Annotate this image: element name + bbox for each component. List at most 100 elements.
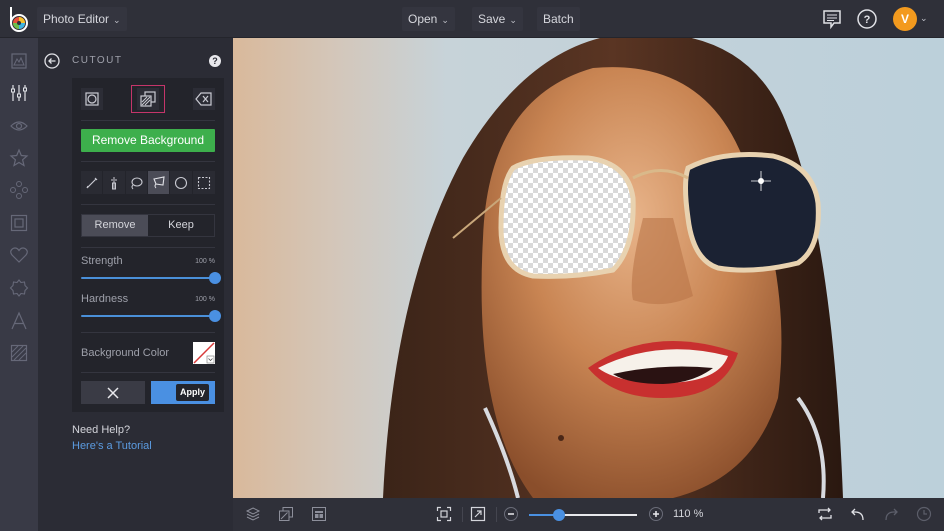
divider [496,507,497,522]
svg-text:?: ? [864,14,871,26]
frames-icon[interactable] [9,213,29,233]
lasso-tool[interactable] [125,171,148,194]
adjust-sliders-icon[interactable] [9,83,29,103]
top-bar: Photo Editor ⌄ Open ⌄ Save ⌄ Batch ? V ⌄ [0,0,944,38]
eye-icon[interactable] [9,116,29,136]
graphics-icon[interactable] [9,180,29,200]
background-color-label: Background Color [81,347,170,359]
text-icon[interactable] [9,311,29,331]
template-icon[interactable] [311,506,327,522]
hardness-knob[interactable] [209,310,221,322]
tool-rail [0,38,38,531]
befunky-logo[interactable] [8,6,30,32]
batch-label: Batch [543,12,574,26]
app-menu-button[interactable]: Photo Editor ⌄ [37,7,127,31]
rect-select-tool[interactable] [192,171,215,194]
hardness-label: Hardness [81,293,129,305]
layers-icon[interactable] [245,506,261,522]
cutout-card: Remove Background Remove Keep Strength 1… [72,78,224,412]
hardness-track [81,315,215,317]
divider [81,204,215,205]
remove-option[interactable]: Remove [82,215,148,236]
sunglass-lens-right [683,152,821,273]
cutout-shape-icon [85,92,99,106]
heart-icon[interactable] [9,245,29,265]
overlay-mode-button[interactable] [137,88,159,110]
remove-keep-toggle: Remove Keep [81,214,215,237]
backspace-icon [195,92,212,106]
erase-mode-button[interactable] [193,88,215,110]
compare-icon[interactable] [278,506,294,522]
user-avatar[interactable]: V [893,7,917,31]
apply-button[interactable]: Apply [151,381,215,404]
strength-track [81,277,215,279]
zoom-slider[interactable] [529,509,637,521]
strength-knob[interactable] [209,272,221,284]
hardness-slider[interactable] [81,310,221,322]
divider [81,161,215,162]
polygon-lasso-icon [152,175,165,188]
layers-cutout-icon [140,91,156,107]
mole [558,435,564,441]
panel-help-icon[interactable]: ? [209,55,221,67]
save-menu-button[interactable]: Save ⌄ [472,7,523,31]
transparent-swatch-icon [193,342,215,364]
star-icon[interactable] [9,148,29,168]
open-label: Open [408,12,438,26]
divider [81,372,215,373]
divider [462,507,463,522]
brush-tool[interactable] [81,171,104,194]
photo-image [383,38,843,498]
cutout-lens-left [498,155,636,279]
help-icon[interactable]: ? [856,8,878,30]
back-arrow-icon[interactable] [44,53,60,69]
swap-icon[interactable] [817,506,833,522]
chevron-down-icon[interactable]: ⌄ [920,13,928,24]
photo-canvas[interactable] [233,38,944,498]
cutout-panel: CUTOUT ? Remove Background Remove Keep S… [38,38,233,531]
need-help-heading: Need Help? [72,424,131,436]
chevron-down-icon: ⌄ [509,15,517,25]
chat-icon[interactable] [821,8,843,30]
zoom-slider-knob[interactable] [553,509,566,521]
polygon-lasso-tool[interactable] [147,171,171,194]
remove-background-button[interactable]: Remove Background [81,129,215,152]
background-color-swatch[interactable] [193,342,215,364]
zoom-percentage: 110 % [673,508,704,520]
panel-title: CUTOUT [72,55,123,66]
undo-icon[interactable] [850,506,866,522]
open-menu-button[interactable]: Open ⌄ [402,7,455,31]
textures-icon[interactable] [9,278,29,298]
strength-slider[interactable] [81,272,221,284]
actual-size-icon[interactable] [470,506,486,522]
save-label: Save [478,12,506,26]
chevron-down-icon: ⌄ [441,15,449,25]
rectangle-select-icon [197,176,210,189]
chevron-down-icon: ⌄ [113,15,121,25]
batch-button[interactable]: Batch [537,7,580,31]
keep-option[interactable]: Keep [148,215,214,236]
image-icon[interactable] [9,51,29,71]
redo-icon[interactable] [883,506,899,522]
brush-icon [86,177,98,188]
strength-value: 100 % [195,258,215,265]
zoom-out-icon[interactable] [503,506,519,522]
cutout-tools [81,171,215,194]
circle-select-icon [174,176,188,189]
patterns-icon[interactable] [9,343,29,363]
strength-label: Strength [81,255,123,267]
history-icon[interactable] [916,506,932,522]
close-icon [107,386,119,399]
fit-to-screen-icon[interactable] [436,506,452,522]
magic-wand-icon [110,176,117,189]
app-menu-label: Photo Editor [43,12,110,26]
zoom-in-icon[interactable] [648,506,664,522]
hardness-value: 100 % [195,296,215,303]
divider [81,247,215,248]
lasso-icon [131,176,143,189]
smart-brush-tool[interactable] [103,171,126,194]
ellipse-select-tool[interactable] [170,171,193,194]
cancel-button[interactable] [81,381,145,404]
cutout-mode-button[interactable] [81,88,103,110]
tutorial-link[interactable]: Here's a Tutorial [72,440,152,452]
